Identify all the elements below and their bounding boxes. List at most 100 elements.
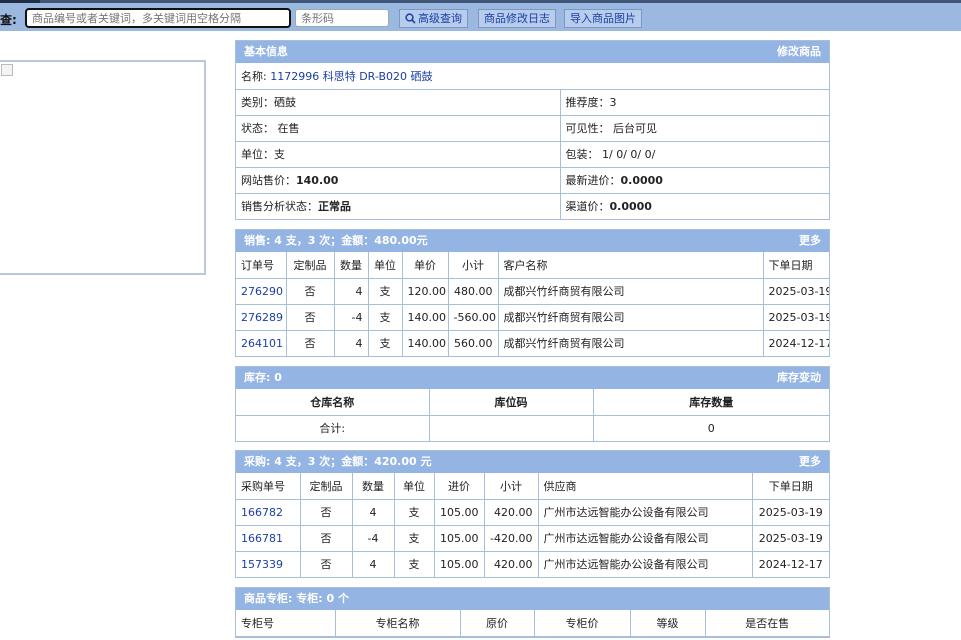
unit-cell: 支 <box>367 277 403 305</box>
latest-cost-cell: 最新进价：0.0000 <box>559 166 829 194</box>
stock-header: 库存: 0 库存变动 <box>236 367 829 389</box>
basic-info-header: 基本信息 修改商品 <box>236 41 829 63</box>
product-name-link[interactable]: 1172996 科思特 DR-B020 硒鼓 <box>270 70 432 83</box>
advanced-search-button[interactable]: 高级查询 <box>399 9 468 28</box>
channel-price-value: 0.0000 <box>609 200 652 214</box>
unit-cell: 支 <box>393 550 435 577</box>
order-link[interactable]: 276289 <box>241 311 283 324</box>
col-custom: 定制品 <box>285 252 335 279</box>
counter-panel: 商品专柜: 专柜: 0 个 专柜号 专柜名称 原价 专柜价 等级 是否在售 <box>235 587 830 638</box>
purchase-no-cell: 166781 <box>236 524 301 552</box>
col-custom: 定制品 <box>299 473 353 500</box>
stock-panel: 库存: 0 库存变动 仓库名称 库位码 库存数量 合计: 0 <box>235 366 830 442</box>
cost-cell: 105.00 <box>433 524 485 552</box>
stock-table: 仓库名称 库位码 库存数量 合计: 0 <box>236 389 829 441</box>
total-qty: 0 <box>592 414 829 441</box>
custom-cell: 否 <box>299 550 353 577</box>
subtotal-cell: -420.00 <box>483 524 539 552</box>
price-cell: 140.00 <box>401 329 449 356</box>
modify-log-button[interactable]: 商品修改日志 <box>478 9 556 28</box>
date-cell: 2025-03-19 <box>762 277 829 305</box>
purchase-no-cell: 157339 <box>236 550 301 577</box>
date-cell: 2025-03-19 <box>751 498 829 526</box>
category-cell: 类别：硒鼓 <box>236 88 561 116</box>
col-order-no: 订单号 <box>236 252 287 279</box>
col-date: 下单日期 <box>751 473 829 500</box>
table-row: 276289 否 -4 支 140.00 -560.00 成都兴竹纤商贸有限公司… <box>236 303 829 331</box>
advanced-search-label: 高级查询 <box>418 12 462 25</box>
sales-header-row: 订单号 定制品 数量 单位 单价 小计 客户名称 下单日期 <box>236 252 829 279</box>
sales-more-link[interactable]: 更多 <box>799 230 821 252</box>
sales-status-cell: 销售分析状态：正常品 <box>236 192 561 219</box>
order-no-cell: 264101 <box>236 329 287 356</box>
purchase-title: 采购: 4 支，3 次；金额：420.00 元 <box>244 455 432 468</box>
purchase-link[interactable]: 166782 <box>241 506 283 519</box>
name-cell: 名称: 1172996 科思特 DR-B020 硒鼓 <box>236 63 829 90</box>
col-date: 下单日期 <box>762 252 829 279</box>
table-row: 166782 否 4 支 105.00 420.00 广州市达远智能办公设备有限… <box>236 498 829 526</box>
stock-title: 库存: 0 <box>244 371 282 384</box>
col-original-price: 原价 <box>459 610 535 637</box>
edit-product-link[interactable]: 修改商品 <box>777 41 821 63</box>
order-no-cell: 276290 <box>236 277 287 305</box>
name-label: 名称: <box>241 69 267 83</box>
customer-cell: 成都兴竹纤商贸有限公司 <box>497 277 764 305</box>
col-counter-no: 专柜号 <box>236 610 336 637</box>
visibility-cell: 可见性： 后台可见 <box>559 114 829 142</box>
order-link[interactable]: 276290 <box>241 285 283 298</box>
qty-cell: -4 <box>333 303 369 331</box>
price-cell: 120.00 <box>401 277 449 305</box>
recommend-cell: 推荐度：3 <box>559 88 829 116</box>
cost-cell: 105.00 <box>433 550 485 577</box>
barcode-input[interactable] <box>295 9 389 27</box>
total-label: 合计: <box>236 414 430 441</box>
status-cell: 状态： 在售 <box>236 114 561 142</box>
package-cell: 包装： 1/ 0/ 0/ 0/ <box>559 140 829 168</box>
site-price-value: 140.00 <box>296 174 339 187</box>
qty-cell: -4 <box>351 524 395 552</box>
import-images-button[interactable]: 导入商品图片 <box>564 9 642 28</box>
search-input[interactable] <box>25 8 291 28</box>
unit-cell: 支 <box>393 498 435 526</box>
col-qty: 数量 <box>351 473 395 500</box>
purchase-link[interactable]: 166781 <box>241 532 283 545</box>
basic-info-table: 名称: 1172996 科思特 DR-B020 硒鼓 类别：硒鼓 推荐度：3 状态… <box>236 63 829 219</box>
unit-cell: 支 <box>393 524 435 552</box>
site-price-label: 网站售价： <box>241 174 296 187</box>
latest-cost-label: 最新进价： <box>565 174 621 187</box>
sales-header: 销售: 4 支，3 次；金额：480.00元 更多 <box>236 230 829 252</box>
purchase-header-row: 采购单号 定制品 数量 单位 进价 小计 供应商 下单日期 <box>236 473 829 500</box>
stock-change-link[interactable]: 库存变动 <box>777 367 821 389</box>
order-no-cell: 276289 <box>236 303 287 331</box>
stock-total-row: 合计: 0 <box>236 414 829 441</box>
sales-status-label: 销售分析状态： <box>241 200 318 214</box>
unit-cell: 支 <box>367 329 403 356</box>
order-link[interactable]: 264101 <box>241 337 283 350</box>
sales-status-value: 正常品 <box>318 200 351 214</box>
purchase-more-link[interactable]: 更多 <box>799 451 821 473</box>
latest-cost-value: 0.0000 <box>620 174 663 187</box>
col-subtotal: 小计 <box>447 252 499 279</box>
table-row: 276290 否 4 支 120.00 480.00 成都兴竹纤商贸有限公司 2… <box>236 277 829 305</box>
supplier-cell: 广州市达远智能办公设备有限公司 <box>537 498 753 526</box>
col-cost: 进价 <box>433 473 485 500</box>
site-price-cell: 网站售价：140.00 <box>236 166 561 194</box>
table-row: 157339 否 4 支 105.00 420.00 广州市达远智能办公设备有限… <box>236 550 829 577</box>
purchase-link[interactable]: 157339 <box>241 558 283 571</box>
basic-info-panel: 基本信息 修改商品 名称: 1172996 科思特 DR-B020 硒鼓 类别：… <box>235 40 830 220</box>
stock-header-row: 仓库名称 库位码 库存数量 <box>236 389 829 416</box>
col-on-sale: 是否在售 <box>704 610 829 637</box>
custom-cell: 否 <box>285 303 335 331</box>
purchase-no-cell: 166782 <box>236 498 301 526</box>
sales-table: 订单号 定制品 数量 单位 单价 小计 客户名称 下单日期 276290 否 4… <box>236 252 829 356</box>
counter-header-row: 专柜号 专柜名称 原价 专柜价 等级 是否在售 <box>236 610 829 637</box>
counter-table: 专柜号 专柜名称 原价 专柜价 等级 是否在售 <box>236 610 829 637</box>
col-stock-qty: 库存数量 <box>592 389 829 416</box>
cost-cell: 105.00 <box>433 498 485 526</box>
subtotal-cell: 480.00 <box>447 277 499 305</box>
qty-cell: 4 <box>351 550 395 577</box>
subtotal-cell: 420.00 <box>483 550 539 577</box>
subtotal-cell: 560.00 <box>447 329 499 356</box>
customer-cell: 成都兴竹纤商贸有限公司 <box>497 303 764 331</box>
col-level: 等级 <box>629 610 706 637</box>
